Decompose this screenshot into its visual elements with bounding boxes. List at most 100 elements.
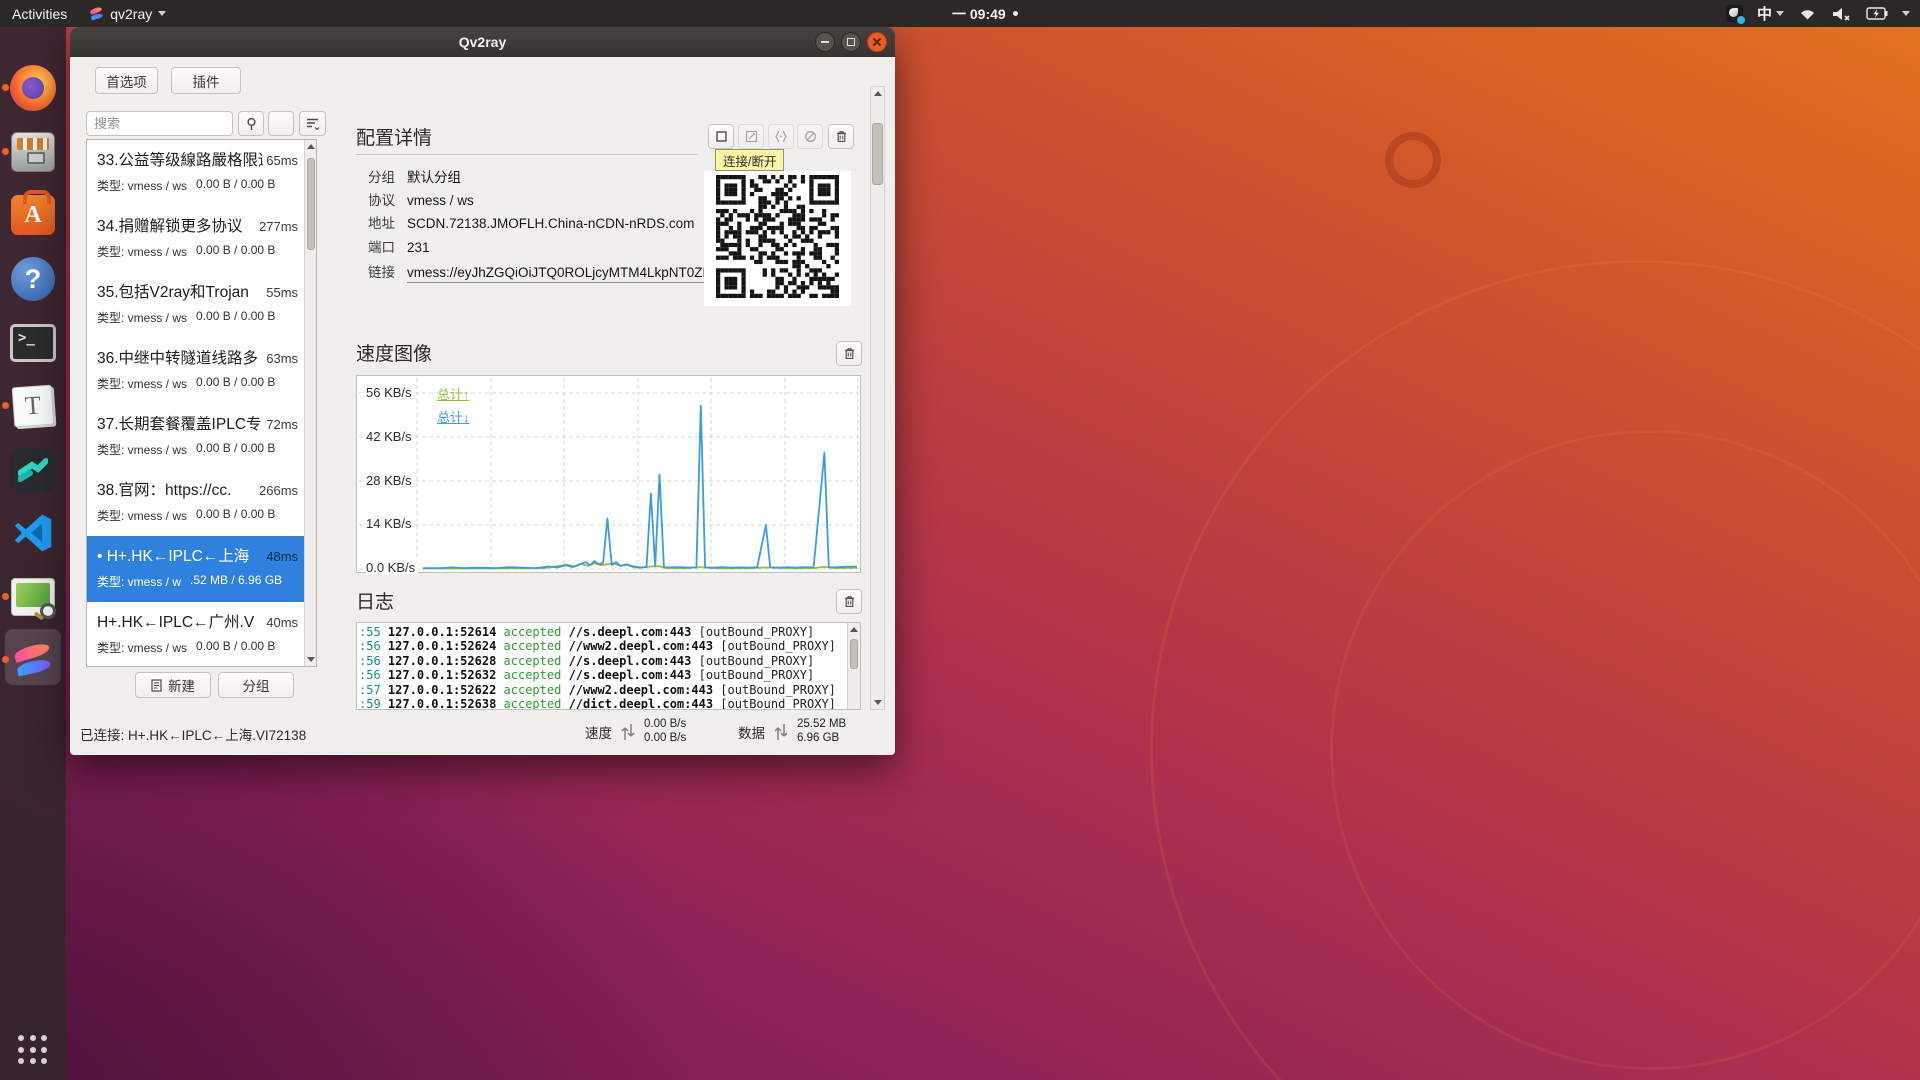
- server-traffic: 0.00 B / 0.00 B: [196, 507, 275, 524]
- share-link-input[interactable]: vmess://eyJhZGQiOiJTQ0ROLjcyMTM4LkpNT0ZM…: [407, 265, 708, 283]
- log-status: accepted: [504, 683, 562, 697]
- up-down-arrows-icon: [620, 722, 636, 742]
- dock-item-ubuntu-software[interactable]: A: [8, 190, 58, 240]
- server-name: 34.捐赠解锁更多协议: [97, 214, 256, 236]
- stop-button[interactable]: [708, 124, 734, 149]
- scrollbar-thumb[interactable]: [850, 639, 858, 669]
- log-url: //s.deepl.com:443: [569, 654, 692, 668]
- running-dot-icon: [2, 402, 9, 409]
- dock-item-dev-tool[interactable]: [8, 445, 58, 495]
- legend-total-upload[interactable]: 总计↑: [437, 384, 470, 403]
- activities-button[interactable]: Activities: [12, 6, 67, 22]
- edit-config-button[interactable]: [738, 124, 764, 149]
- clear-log-button[interactable]: [836, 589, 862, 614]
- server-type: 类型: vmess / ws: [97, 309, 187, 326]
- running-dot-icon: [2, 148, 9, 155]
- server-type: 类型: vmess / ws: [97, 639, 187, 656]
- server-traffic: 0.00 B / 0.00 B: [196, 375, 275, 392]
- delete-config-button[interactable]: [828, 124, 854, 149]
- dock-item-terminal[interactable]: >_: [8, 318, 58, 368]
- qv2ray-tray-icon[interactable]: [1726, 5, 1743, 22]
- latency-test-button[interactable]: [238, 111, 264, 136]
- dock-item-qv2ray[interactable]: [8, 635, 58, 685]
- edit-json-button[interactable]: [768, 124, 794, 149]
- field-label: 链接: [368, 261, 395, 281]
- dock-item-screenshot-viewer[interactable]: [8, 572, 58, 622]
- server-list-item[interactable]: H+.HK←IPLC←广州.V 40ms 类型: vmess / ws 0.00…: [87, 602, 304, 666]
- speed-chart: 56 KB/s 42 KB/s 28 KB/s 14 KB/s 0.0 KB/s…: [356, 375, 861, 573]
- tab-preferences[interactable]: 首选项: [95, 67, 158, 94]
- clock[interactable]: 一 09:49: [952, 0, 1018, 27]
- trash-icon: [843, 595, 856, 608]
- battery-icon[interactable]: [1866, 7, 1888, 20]
- dock-item-vscode[interactable]: [8, 508, 58, 558]
- scrollbar-thumb[interactable]: [872, 123, 883, 185]
- wifi-icon[interactable]: [1798, 6, 1817, 21]
- sort-button[interactable]: [299, 111, 326, 136]
- chevron-down-icon: [1776, 11, 1784, 16]
- scrollbar-thumb[interactable]: [307, 158, 315, 250]
- server-list-item[interactable]: 37.长期套餐覆盖IPLC专 72ms 类型: vmess / ws 0.00 …: [87, 404, 304, 470]
- dock-item-firefox[interactable]: [8, 63, 58, 113]
- log-line: :59 127.0.0.1:52638 accepted //dict.deep…: [359, 697, 847, 709]
- volume-muted-icon[interactable]: [1831, 6, 1852, 22]
- legend-total-download[interactable]: 总计↓: [437, 407, 470, 426]
- server-latency: 65ms: [266, 153, 298, 168]
- server-type: 类型: vmess / ws: [97, 243, 187, 260]
- server-list-item[interactable]: 33.公益等级線路嚴格限速 65ms 类型: vmess / ws 0.00 B…: [87, 140, 304, 206]
- server-list-item[interactable]: • H+.HK←IPLC←上海 48ms 类型: vmess / w .52 M…: [87, 536, 304, 602]
- dev-tool-icon: [11, 448, 55, 492]
- field-port: 端口 231: [368, 236, 430, 256]
- app-menu[interactable]: qv2ray: [89, 6, 166, 22]
- ubuntu-software-icon: A: [11, 195, 55, 235]
- minimize-button[interactable]: [815, 32, 835, 52]
- input-method-indicator[interactable]: 中: [1757, 3, 1784, 24]
- maximize-button[interactable]: [841, 32, 861, 52]
- clear-graph-button[interactable]: [836, 341, 862, 366]
- server-list: 33.公益等级線路嚴格限速 65ms 类型: vmess / ws 0.00 B…: [86, 139, 317, 667]
- close-button[interactable]: [867, 32, 887, 52]
- search-input[interactable]: [86, 111, 233, 136]
- server-list-item[interactable]: 36.中继中转隧道线路多 63ms 类型: vmess / ws 0.00 B …: [87, 338, 304, 404]
- dock-item-text-editor[interactable]: T: [8, 381, 58, 431]
- log-scrollbar[interactable]: [847, 623, 860, 709]
- log-outbound-tag: [outBound_PROXY]: [720, 639, 836, 653]
- details-title: 配置详情: [356, 123, 432, 150]
- tab-plugins[interactable]: 插件: [171, 67, 241, 94]
- server-type: 类型: vmess / ws: [97, 177, 187, 194]
- edit-icon: [745, 130, 758, 143]
- field-value: 231: [407, 240, 430, 255]
- chevron-down-icon[interactable]: [1902, 11, 1910, 16]
- location-pin-icon: [245, 117, 258, 131]
- dock-item-help[interactable]: ?: [8, 254, 58, 304]
- log-line: :56 127.0.0.1:52632 accepted //s.deepl.c…: [359, 668, 847, 682]
- main-scrollbar[interactable]: [870, 86, 885, 710]
- field-label: 地址: [368, 212, 395, 232]
- blank-tool-button[interactable]: [268, 111, 294, 136]
- scroll-down-icon: [307, 657, 315, 662]
- log-ip: 127.0.0.1:52614: [388, 625, 496, 639]
- new-config-button[interactable]: 新建: [135, 672, 211, 698]
- dock-item-files[interactable]: [8, 127, 58, 177]
- server-list-scrollbar[interactable]: [304, 140, 316, 666]
- server-list-item[interactable]: 35.包括V2ray和Trojan 55ms 类型: vmess / ws 0.…: [87, 272, 304, 338]
- server-list-item[interactable]: 38.官网：https://cc. 266ms 类型: vmess / ws 0…: [87, 470, 304, 536]
- log-url: //s.deepl.com:443: [569, 625, 692, 639]
- json-braces-icon: [774, 130, 788, 143]
- app-menu-label: qv2ray: [110, 6, 152, 22]
- server-type: 类型: vmess / ws: [97, 507, 187, 524]
- running-dot-icon: [2, 593, 9, 600]
- window-titlebar[interactable]: Qv2ray: [70, 27, 895, 57]
- group-button[interactable]: 分组: [218, 672, 294, 698]
- connect-disconnect-button[interactable]: [797, 124, 823, 149]
- dock: A ? >_ T: [0, 27, 66, 1080]
- log-outbound-tag: [outBound_PROXY]: [720, 683, 836, 697]
- show-applications-button[interactable]: [15, 1032, 51, 1068]
- server-list-item[interactable]: 34.捐赠解锁更多协议 277ms 类型: vmess / ws 0.00 B …: [87, 206, 304, 272]
- server-traffic: 0.00 B / 0.00 B: [196, 243, 275, 260]
- up-down-arrows-icon: [773, 722, 789, 742]
- firefox-icon: [10, 65, 56, 111]
- connection-status: 已连接: H+.HK←IPLC←上海.VI72138: [80, 724, 306, 744]
- running-dot-icon: [2, 656, 9, 663]
- trash-icon: [835, 130, 848, 143]
